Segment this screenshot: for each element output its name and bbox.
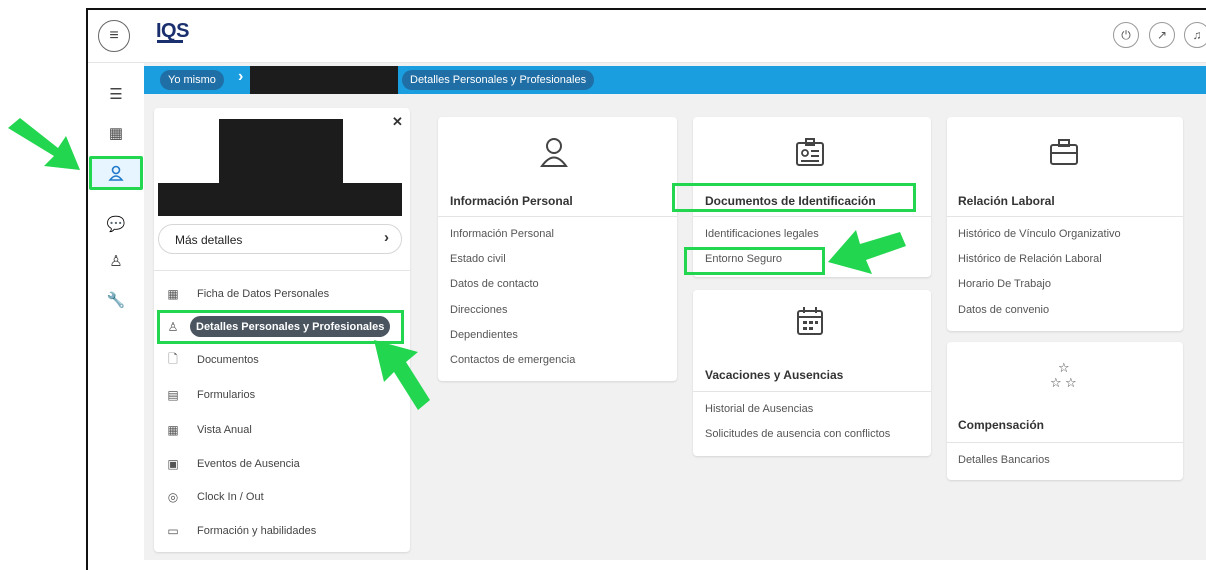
wrench-icon[interactable]: 🔧 [104,288,128,312]
bell-icon[interactable]: ♫ [1184,22,1206,48]
menu-item-formularios[interactable]: Formularios [197,389,255,401]
grid-icon: ▦ [167,287,179,301]
highlight-arrow-icon [828,230,906,274]
menu-item-ficha[interactable]: Ficha de Datos Personales [197,288,329,300]
svg-text:☆: ☆ [1050,376,1062,390]
redacted-avatar [219,119,343,183]
menu-item-documentos[interactable]: Documentos [197,354,259,366]
calendar-icon: ▦ [167,423,179,437]
card-title-compensation: Compensación [958,418,1045,432]
id-card-icon [794,137,826,177]
card-link[interactable]: Estado civil [450,253,506,265]
card-title-vacations: Vacaciones y Ausencias [705,368,844,382]
calendar-icon [795,305,825,345]
menu-item-formacion[interactable]: Formación y habilidades [197,525,316,537]
highlight-arrow-icon [8,118,80,170]
panel-divider [154,270,410,271]
breadcrumb-current[interactable]: Detalles Personales y Profesionales [402,70,595,90]
card-link[interactable]: Histórico de Vínculo Organizativo [958,228,1121,240]
card-link[interactable]: Historial de Ausencias [705,403,813,415]
logo-underline [157,40,183,43]
person-icon[interactable] [89,156,143,190]
svg-text:☆: ☆ [1065,376,1077,390]
document-icon: 🗋 [168,351,178,366]
highlight-box [672,183,916,212]
highlight-arrow-icon [374,340,430,410]
person-glyph [108,165,124,181]
calendar-icon[interactable]: ▦ [104,121,128,145]
calendar-event-icon: ▣ [167,457,179,471]
clock-icon: ◎ [167,490,179,504]
menu-item-vista-anual[interactable]: Vista Anual [197,424,252,436]
briefcase-icon [1048,137,1080,175]
breadcrumb-home[interactable]: Yo mismo [160,70,224,90]
card-link[interactable]: Datos de contacto [450,278,539,290]
person-search-icon[interactable]: ♙ [104,249,128,273]
card-link[interactable]: Dependientes [450,329,518,341]
menu-item-clock[interactable]: Clock In / Out [197,491,264,503]
breadcrumb-chevron-icon: › [238,68,244,85]
card-divider [947,216,1183,217]
list-icon[interactable]: ☰ [104,82,128,106]
card-divider [693,216,931,217]
card-link[interactable]: Detalles Bancarios [958,454,1050,466]
external-link-icon[interactable]: ↗ [1149,22,1175,48]
card-link[interactable]: Solicitudes de ausencia con conflictos [705,428,890,440]
redacted-name [158,183,402,216]
chat-icon[interactable]: 💬 [104,212,128,236]
form-icon: ▤ [167,388,179,402]
svg-text:☆: ☆ [1058,361,1070,376]
stars-icon: ☆ ☆ ☆ [1049,360,1081,398]
card-link[interactable]: Direcciones [450,304,507,316]
card-link[interactable]: Histórico de Relación Laboral [958,253,1102,265]
close-icon[interactable]: ✕ [392,114,403,130]
chevron-right-icon: › [384,229,389,246]
highlight-box [157,310,404,344]
card-link[interactable]: Datos de convenio [958,304,1049,316]
card-title-employment: Relación Laboral [958,194,1055,208]
card-link[interactable]: Horario De Trabajo [958,278,1051,290]
book-icon: ▭ [167,524,179,538]
top-bar [88,10,1206,63]
card-link[interactable]: Contactos de emergencia [450,354,575,366]
redacted-breadcrumb [250,66,398,94]
card-link[interactable]: Identificaciones legales [705,228,819,240]
card-divider [438,216,677,217]
more-details-label: Más detalles [175,233,243,247]
logout-icon[interactable]: ⏻ [1113,22,1139,48]
card-link[interactable]: Información Personal [450,228,554,240]
card-divider [947,442,1183,443]
hamburger-icon[interactable]: ≡ [98,20,130,52]
menu-item-eventos[interactable]: Eventos de Ausencia [197,458,300,470]
highlight-box [684,247,825,275]
person-icon [538,135,570,177]
card-divider [693,391,931,392]
card-title-personal: Información Personal [450,194,573,208]
